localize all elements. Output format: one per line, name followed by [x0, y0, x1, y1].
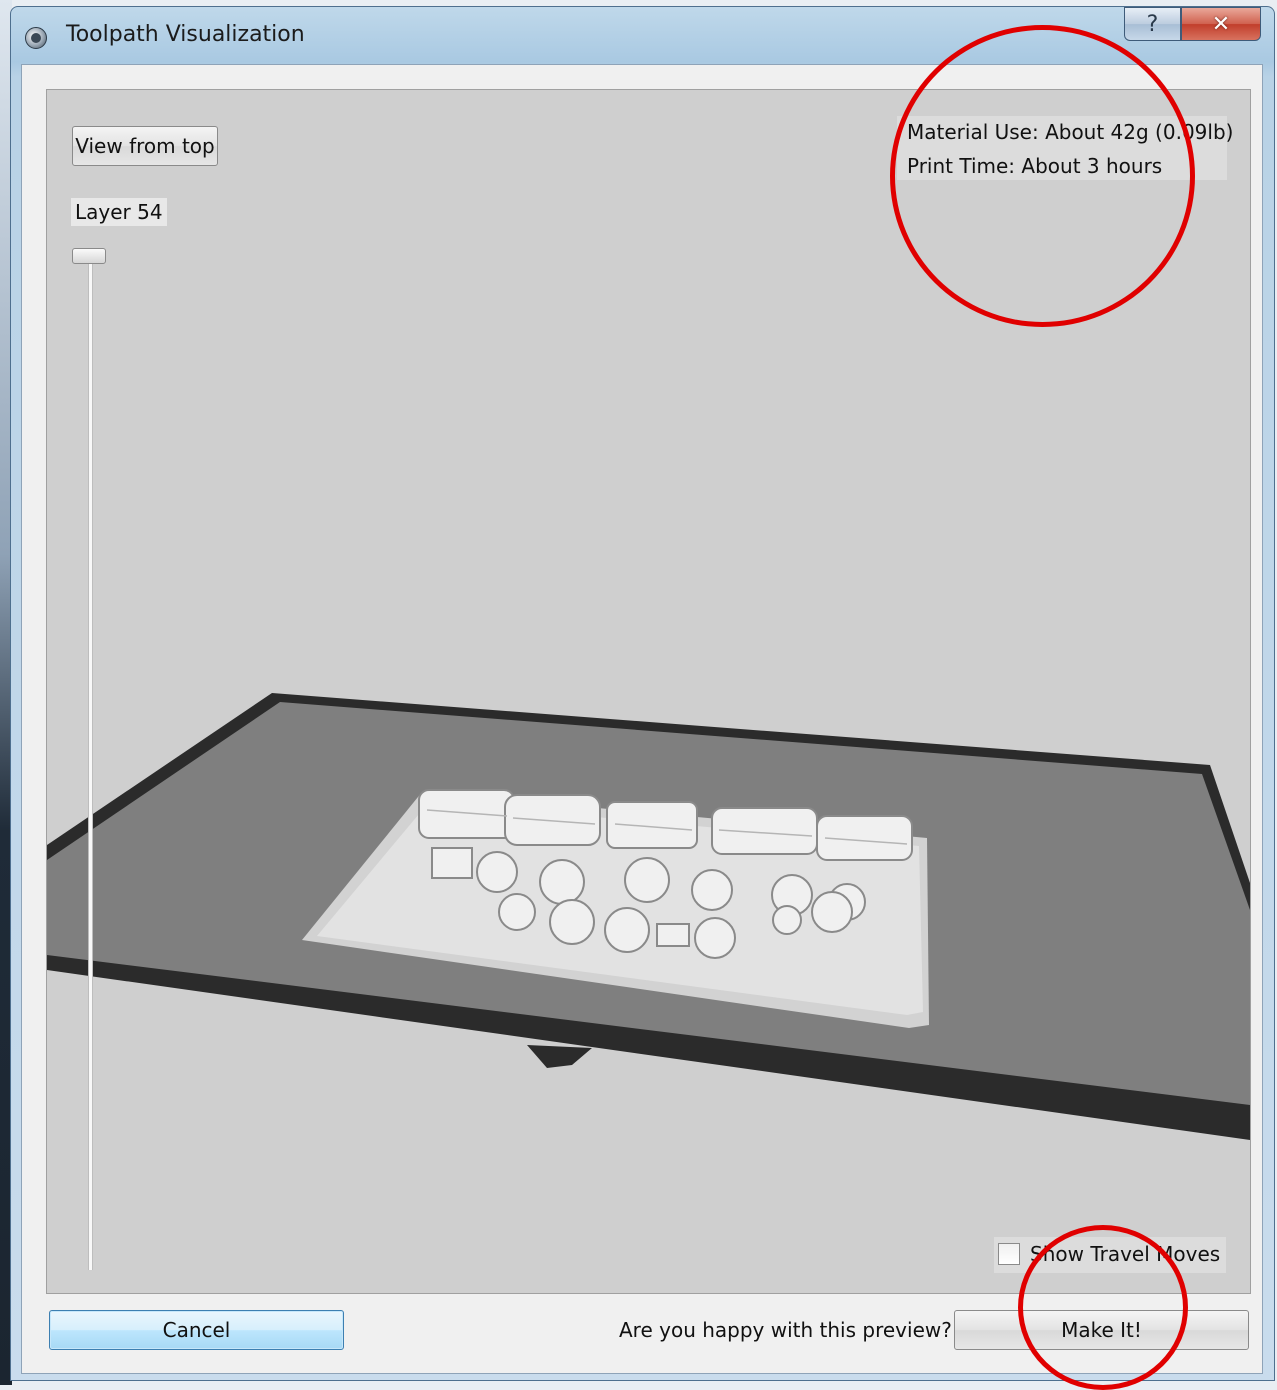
layer-label: Layer 54 — [71, 198, 167, 226]
preview-prompt: Are you happy with this preview? — [619, 1318, 952, 1342]
toolpath-3d-viewport[interactable]: View from top Layer 54 Material Use: Abo… — [46, 89, 1251, 1294]
cancel-button[interactable]: Cancel — [49, 1310, 344, 1350]
layer-slider-track[interactable] — [88, 255, 93, 1270]
makerbot-app-icon — [25, 27, 47, 49]
material-use-text: Material Use: About 42g (0.09lb) — [907, 120, 1234, 144]
make-it-button[interactable]: Make It! — [954, 1310, 1249, 1350]
build-platform-shadow — [527, 1045, 592, 1068]
help-icon: ? — [1146, 11, 1159, 37]
close-icon: ✕ — [1211, 11, 1231, 37]
show-travel-moves-option[interactable]: Show Travel Moves — [994, 1237, 1226, 1273]
print-time-text: Print Time: About 3 hours — [907, 154, 1163, 178]
layer-slider-thumb[interactable] — [72, 248, 106, 264]
print-stats-panel: Material Use: About 42g (0.09lb) Print T… — [897, 116, 1233, 180]
dialog-window: Toolpath Visualization ? ✕ View from top… — [10, 6, 1275, 1381]
toolpath-scene — [47, 693, 1250, 1140]
show-travel-moves-checkbox[interactable] — [998, 1243, 1020, 1265]
close-button[interactable]: ✕ — [1181, 7, 1261, 41]
show-travel-moves-label: Show Travel Moves — [1030, 1242, 1221, 1266]
help-button[interactable]: ? — [1124, 7, 1181, 41]
view-from-top-button[interactable]: View from top — [72, 126, 218, 166]
window-title: Toolpath Visualization — [66, 22, 305, 47]
